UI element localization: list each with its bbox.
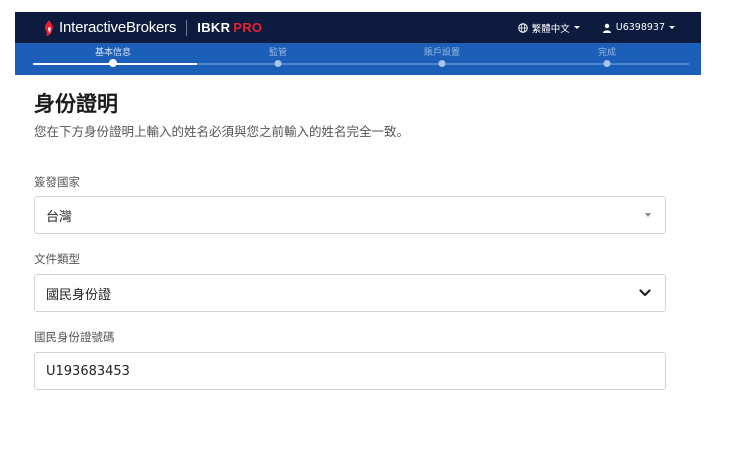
doc-type-select[interactable]: 國民身份證 bbox=[34, 274, 666, 312]
product-suffix: PRO bbox=[233, 20, 263, 35]
step-label-regulatory: 監管 bbox=[268, 48, 288, 58]
doc-type-label: 文件類型 bbox=[34, 252, 80, 266]
logo-divider bbox=[186, 19, 188, 36]
flame-logo-icon bbox=[44, 19, 53, 36]
brand-name: InteractiveBrokers bbox=[59, 19, 177, 36]
step-dot-basic-info bbox=[109, 59, 117, 67]
progress-stepper: 基本信息 監管 賬戶設置 完成 bbox=[15, 43, 701, 75]
page-description: 您在下方身份證明上輸入的姓名必須與您之前輸入的姓名完全一致。 bbox=[34, 124, 410, 139]
step-label-account-settings: 賬戶設置 bbox=[423, 48, 461, 58]
ibkr-logo[interactable]: InteractiveBrokers bbox=[43, 19, 176, 37]
product-prefix: IBKR bbox=[197, 20, 231, 35]
top-right-menu: 繁體中文 U6398937 bbox=[517, 12, 675, 43]
product-label: IBKR PRO bbox=[197, 20, 262, 35]
chevron-down-icon bbox=[639, 289, 651, 297]
country-select[interactable]: 台灣 bbox=[34, 196, 666, 234]
step-dot-regulatory bbox=[274, 60, 282, 67]
username: U6398937 bbox=[615, 22, 665, 33]
country-value: 台灣 bbox=[46, 209, 73, 225]
step-label-basic-info: 基本信息 bbox=[94, 48, 132, 58]
id-number-label: 國民身份證號碼 bbox=[34, 330, 115, 344]
user-menu[interactable]: U6398937 bbox=[602, 22, 675, 33]
country-label: 簽發國家 bbox=[34, 175, 80, 189]
language-selector[interactable]: 繁體中文 bbox=[517, 21, 580, 35]
user-icon bbox=[602, 23, 611, 33]
language-label: 繁體中文 bbox=[531, 23, 570, 35]
id-number-input[interactable]: U193683453 bbox=[34, 352, 666, 390]
caret-down-icon bbox=[573, 26, 580, 29]
page-title: 身份證明 bbox=[34, 92, 118, 116]
step-label-complete: 完成 bbox=[597, 48, 617, 58]
id-number-value: U193683453 bbox=[46, 363, 130, 379]
step-dot-account-settings bbox=[438, 60, 446, 67]
globe-icon bbox=[517, 22, 528, 33]
top-navigation-bar: InteractiveBrokers IBKR PRO 繁體中文 U6398937 bbox=[15, 12, 701, 43]
caret-down-icon bbox=[645, 213, 651, 217]
caret-down-icon bbox=[669, 26, 675, 29]
step-dot-complete bbox=[603, 60, 611, 67]
doc-type-value: 國民身份證 bbox=[46, 287, 112, 303]
